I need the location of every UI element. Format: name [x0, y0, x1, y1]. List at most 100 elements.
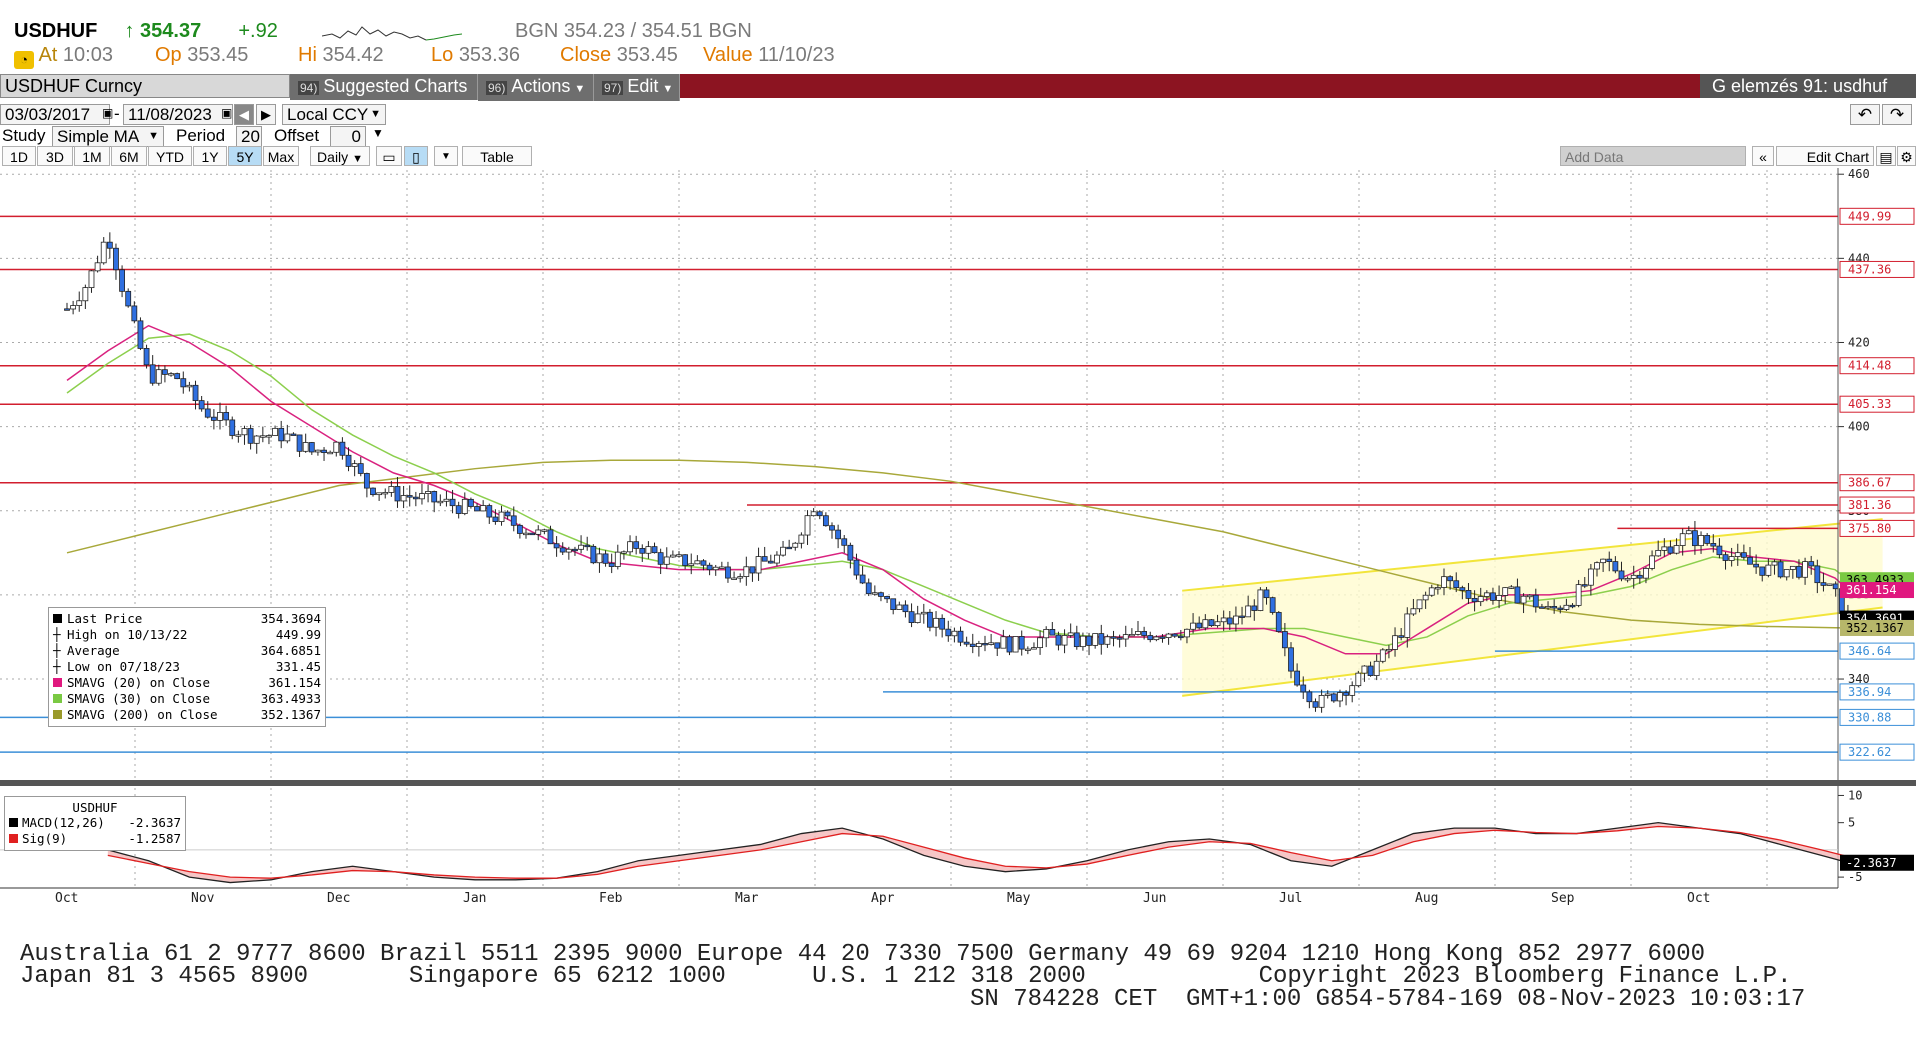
main-toolbar: USDHUF Curncy 94) Suggested Charts 96) Act…: [0, 74, 1916, 101]
level-badge-label: 346.64: [1848, 644, 1891, 658]
candle-body: [890, 598, 897, 610]
candle-body: [1520, 595, 1527, 604]
candle-body: [1477, 596, 1484, 603]
candle-body: [241, 428, 248, 436]
candle-body: [119, 269, 125, 292]
candle-body: [370, 487, 376, 496]
low-label: Lo: [431, 44, 454, 66]
candle-body: [1496, 595, 1502, 601]
end-date-field[interactable]: 11/08/2023: [123, 104, 233, 125]
chart-settings-icon[interactable]: ▤: [1876, 146, 1896, 166]
candle-body: [1288, 647, 1294, 672]
candle-body: [382, 492, 389, 495]
candle-body: [1526, 594, 1533, 598]
close-value: 353.45: [616, 44, 678, 66]
candle-body: [113, 247, 119, 271]
add-data-field[interactable]: Add Data: [1560, 146, 1746, 166]
legend-value: 354.3694: [260, 611, 321, 626]
candle-body: [1196, 622, 1203, 629]
candle-body: [914, 613, 921, 623]
price-change: +.92: [238, 20, 278, 42]
study-select[interactable]: Simple MA ▼: [52, 126, 164, 147]
candle-body: [1220, 617, 1227, 623]
prev-range-button[interactable]: ◀: [234, 104, 254, 125]
timeframe-1m[interactable]: 1M: [74, 146, 110, 166]
timeframe-ytd[interactable]: YTD: [148, 146, 192, 166]
actions-button[interactable]: 96) Actions ▼: [478, 74, 594, 101]
candle-body: [339, 441, 346, 456]
offset-input[interactable]: 0: [330, 126, 366, 147]
candle-body: [88, 270, 95, 289]
start-date-field[interactable]: 03/03/2017: [0, 104, 110, 125]
style-chevron-down-icon[interactable]: ▼: [434, 146, 458, 166]
suggested-charts-button[interactable]: 94) Suggested Charts: [290, 74, 478, 100]
edit-button[interactable]: 97) Edit ▼: [594, 74, 680, 101]
candle-body: [523, 532, 529, 536]
candle-body: [1067, 632, 1074, 636]
macd-legend-row: Sig(9) -1.2587: [9, 831, 181, 847]
start-calendar-icon[interactable]: ▣: [102, 106, 113, 120]
candle-body: [1330, 693, 1337, 702]
candle-body: [186, 384, 193, 388]
timeframe-3d[interactable]: 3D: [37, 146, 73, 166]
candle-body: [798, 534, 805, 544]
line-style-button[interactable]: ▭: [376, 146, 402, 166]
table-button[interactable]: Table: [462, 146, 532, 166]
candle-body: [315, 449, 321, 453]
candle-body: [810, 511, 817, 517]
bar-style-button[interactable]: ▯: [404, 146, 428, 166]
high-label: Hi: [298, 44, 317, 66]
undo-button[interactable]: ↶: [1850, 104, 1880, 125]
timeframe-6m[interactable]: 6M: [111, 146, 147, 166]
candle-body: [908, 611, 915, 623]
edit-chart-button[interactable]: Edit Chart: [1776, 146, 1874, 166]
candle-body: [1226, 617, 1233, 625]
candle-body: [1171, 633, 1178, 637]
candle-body: [1796, 565, 1802, 578]
candle-body: [584, 544, 591, 548]
legend-value: 352.1367: [260, 707, 321, 722]
candle-body: [651, 546, 658, 554]
candle-body: [1428, 587, 1435, 596]
offset-chevron-down-icon[interactable]: ▼: [372, 126, 384, 140]
legend-label: ┼ Average: [53, 643, 120, 659]
legend-row: SMAVG (30) on Close 363.4933: [53, 691, 321, 707]
candle-body: [223, 412, 230, 421]
legend-row: ┼ High on 10/13/22 449.99: [53, 627, 321, 643]
candle-body: [621, 551, 627, 554]
candle-body: [743, 566, 750, 577]
candle-body: [1098, 633, 1105, 645]
legend-label: ┼ High on 10/13/22: [53, 627, 187, 643]
candle-body: [1679, 533, 1686, 546]
candle-body: [247, 428, 254, 444]
period-input[interactable]: 20: [236, 126, 262, 147]
gear-icon[interactable]: ⚙: [1897, 146, 1916, 166]
timeframe-5y[interactable]: 5Y: [228, 146, 262, 166]
candle-body: [1716, 545, 1723, 556]
candle-body: [1281, 631, 1288, 649]
candle-body: [1777, 561, 1784, 578]
legend-marker: ┼: [53, 627, 61, 642]
suggested-num: 94): [298, 81, 320, 95]
timeframe-1d[interactable]: 1D: [2, 146, 36, 166]
candle-body: [1269, 597, 1276, 613]
end-calendar-icon[interactable]: ▣: [221, 106, 232, 120]
candle-body: [100, 241, 107, 264]
price-chart[interactable]: 340360380400420440460449.99437.36414.484…: [0, 168, 1916, 908]
candle-body: [1514, 586, 1521, 604]
quote-line-1: USDHUF ↑ 354.37 +.92: [14, 20, 278, 43]
candle-body: [1692, 530, 1698, 547]
frequency-select[interactable]: Daily ▼: [310, 146, 370, 166]
legend-label: SMAVG (20) on Close: [53, 675, 210, 691]
redo-button[interactable]: ↷: [1882, 104, 1912, 125]
timeframe-max[interactable]: Max: [263, 146, 299, 166]
security-field[interactable]: USDHUF Curncy: [0, 74, 290, 98]
timeframe-1y[interactable]: 1Y: [193, 146, 227, 166]
macd-tick-label: 5: [1848, 816, 1855, 830]
currency-select[interactable]: Local CCY ▼: [282, 104, 386, 125]
next-range-button[interactable]: ▶: [256, 104, 276, 125]
candle-body: [529, 532, 536, 536]
month-label: Jul: [1279, 891, 1302, 906]
collapse-icon[interactable]: «: [1752, 146, 1774, 166]
month-label: Jan: [463, 891, 486, 906]
